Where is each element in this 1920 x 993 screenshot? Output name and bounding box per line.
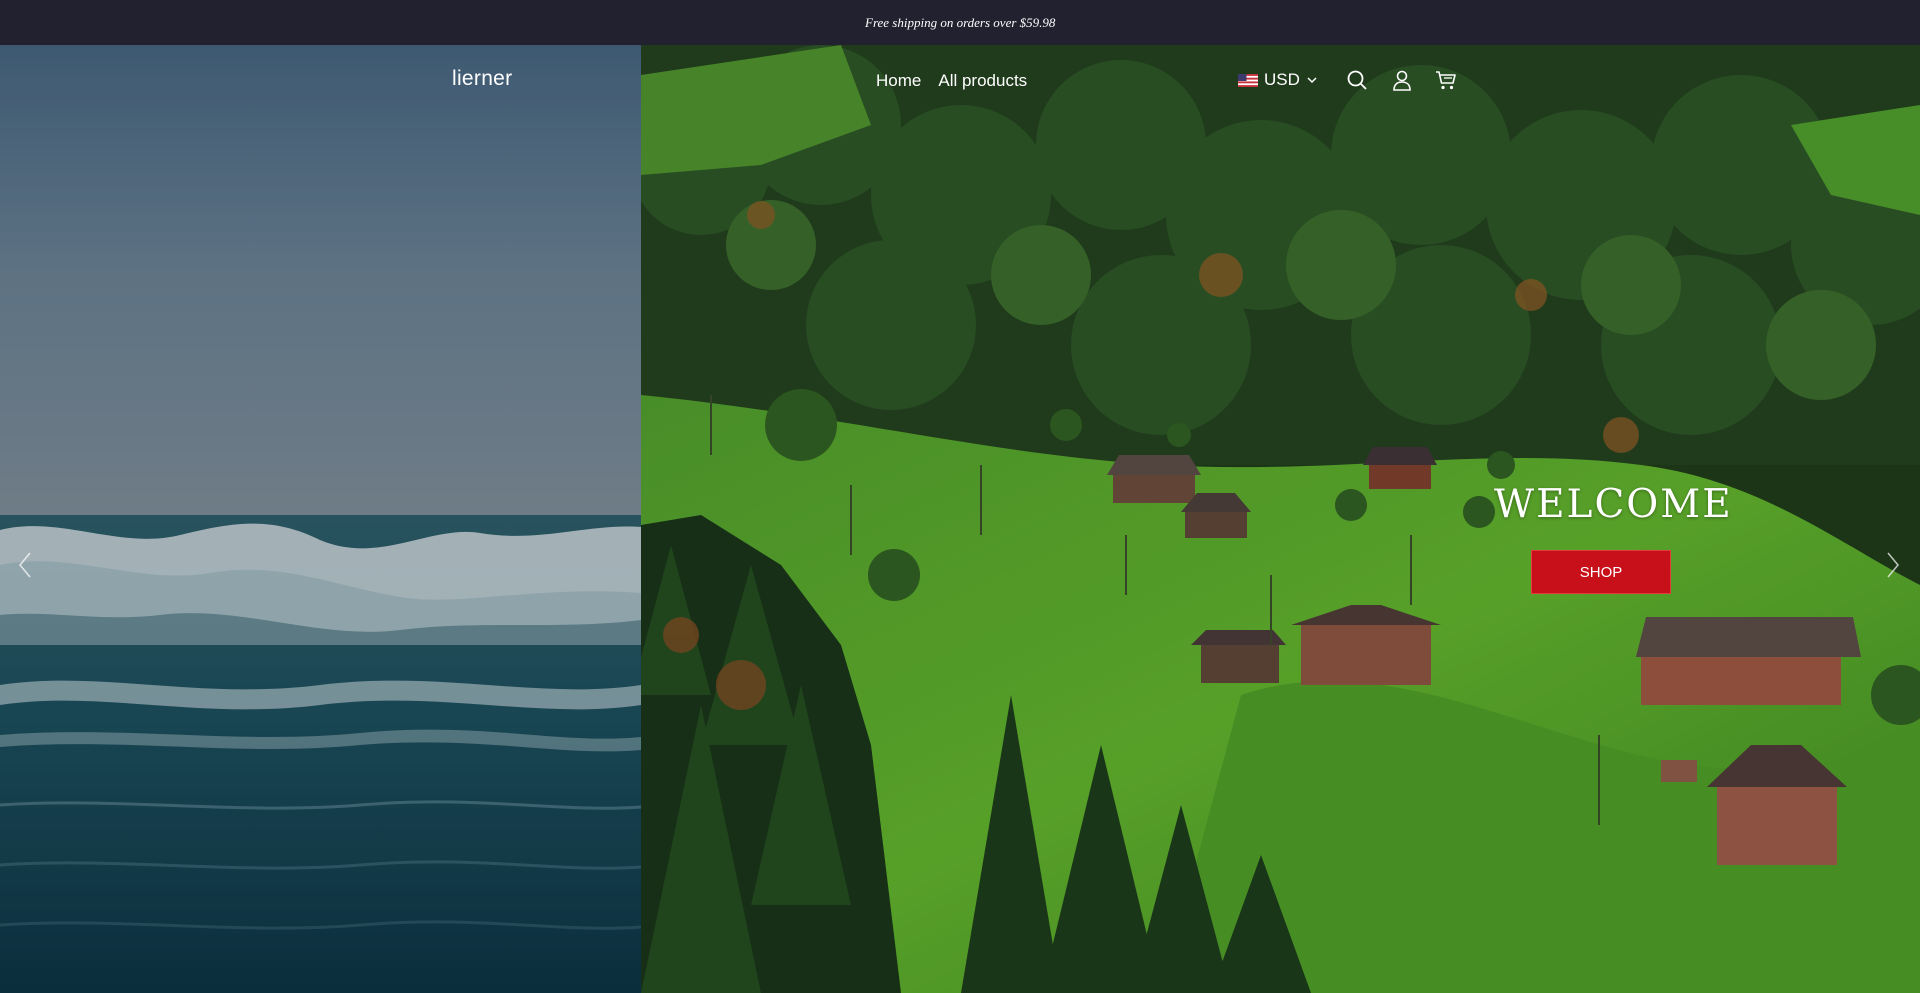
currency-label: USD — [1264, 70, 1300, 89]
site-header: lierner Home All products USD — [0, 45, 1920, 117]
slide-prev-arrow[interactable] — [16, 550, 34, 580]
cart-button[interactable] — [1435, 69, 1457, 91]
cart-icon — [1436, 71, 1456, 90]
account-button[interactable] — [1391, 69, 1413, 91]
shop-button[interactable]: SHOP — [1531, 550, 1671, 594]
user-icon — [1393, 70, 1411, 91]
hero-title: WELCOME — [1494, 482, 1733, 527]
currency-selector[interactable]: USD — [1238, 70, 1318, 90]
site-logo[interactable]: lierner — [452, 67, 512, 91]
chevron-left-icon — [18, 552, 31, 578]
chevron-down-icon — [1307, 77, 1317, 84]
chevron-right-icon — [1887, 552, 1900, 578]
slide-next-arrow[interactable] — [1884, 550, 1902, 580]
nav-item-home[interactable]: Home — [876, 71, 921, 91]
nav-item-all-products[interactable]: All products — [938, 71, 1027, 91]
us-flag-icon — [1238, 73, 1258, 87]
hero-slideshow: WELCOME SHOP — [0, 45, 1920, 993]
search-icon — [1347, 70, 1367, 90]
search-button[interactable] — [1346, 69, 1368, 91]
slide-image-ocean — [0, 45, 641, 993]
announcement-bar: Free shipping on orders over $59.98 — [0, 0, 1920, 45]
announcement-text: Free shipping on orders over $59.98 — [865, 15, 1056, 30]
main-nav: Home All products — [876, 71, 1027, 91]
